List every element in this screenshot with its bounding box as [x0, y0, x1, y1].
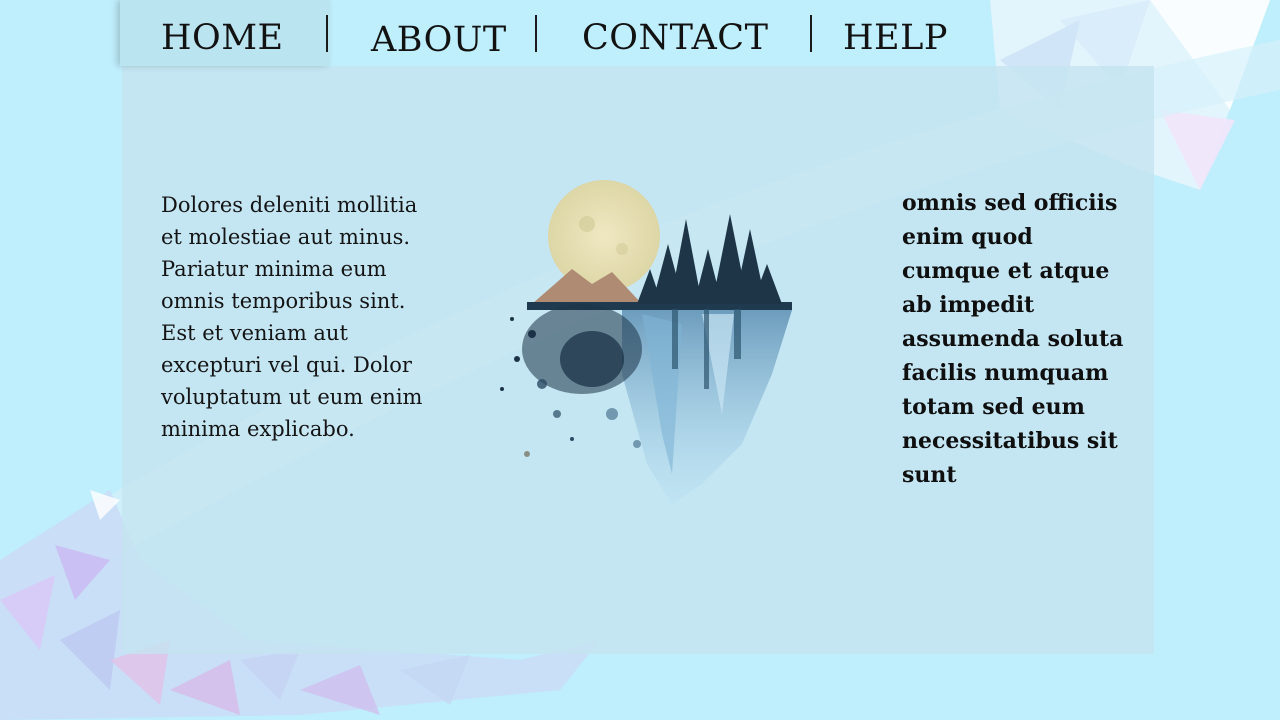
nav-divider — [326, 15, 328, 52]
nav-divider — [810, 15, 812, 52]
nav-item-about[interactable]: ABOUT — [371, 16, 507, 64]
nav-item-help[interactable]: HELP — [843, 14, 948, 62]
nav-divider — [535, 15, 537, 52]
main-nav: HOME ABOUT CONTACT HELP — [120, 0, 980, 66]
moon-forest-illustration — [500, 180, 792, 504]
nav-item-contact[interactable]: CONTACT — [582, 14, 768, 62]
content-panel: Dolores deleniti mollitia et molestiae a… — [122, 66, 1154, 654]
right-paragraph: omnis sed officiis enim quod cumque et a… — [902, 190, 1124, 488]
nav-item-home[interactable]: HOME — [161, 14, 284, 62]
left-paragraph: Dolores deleniti mollitia et molestiae a… — [161, 193, 423, 441]
